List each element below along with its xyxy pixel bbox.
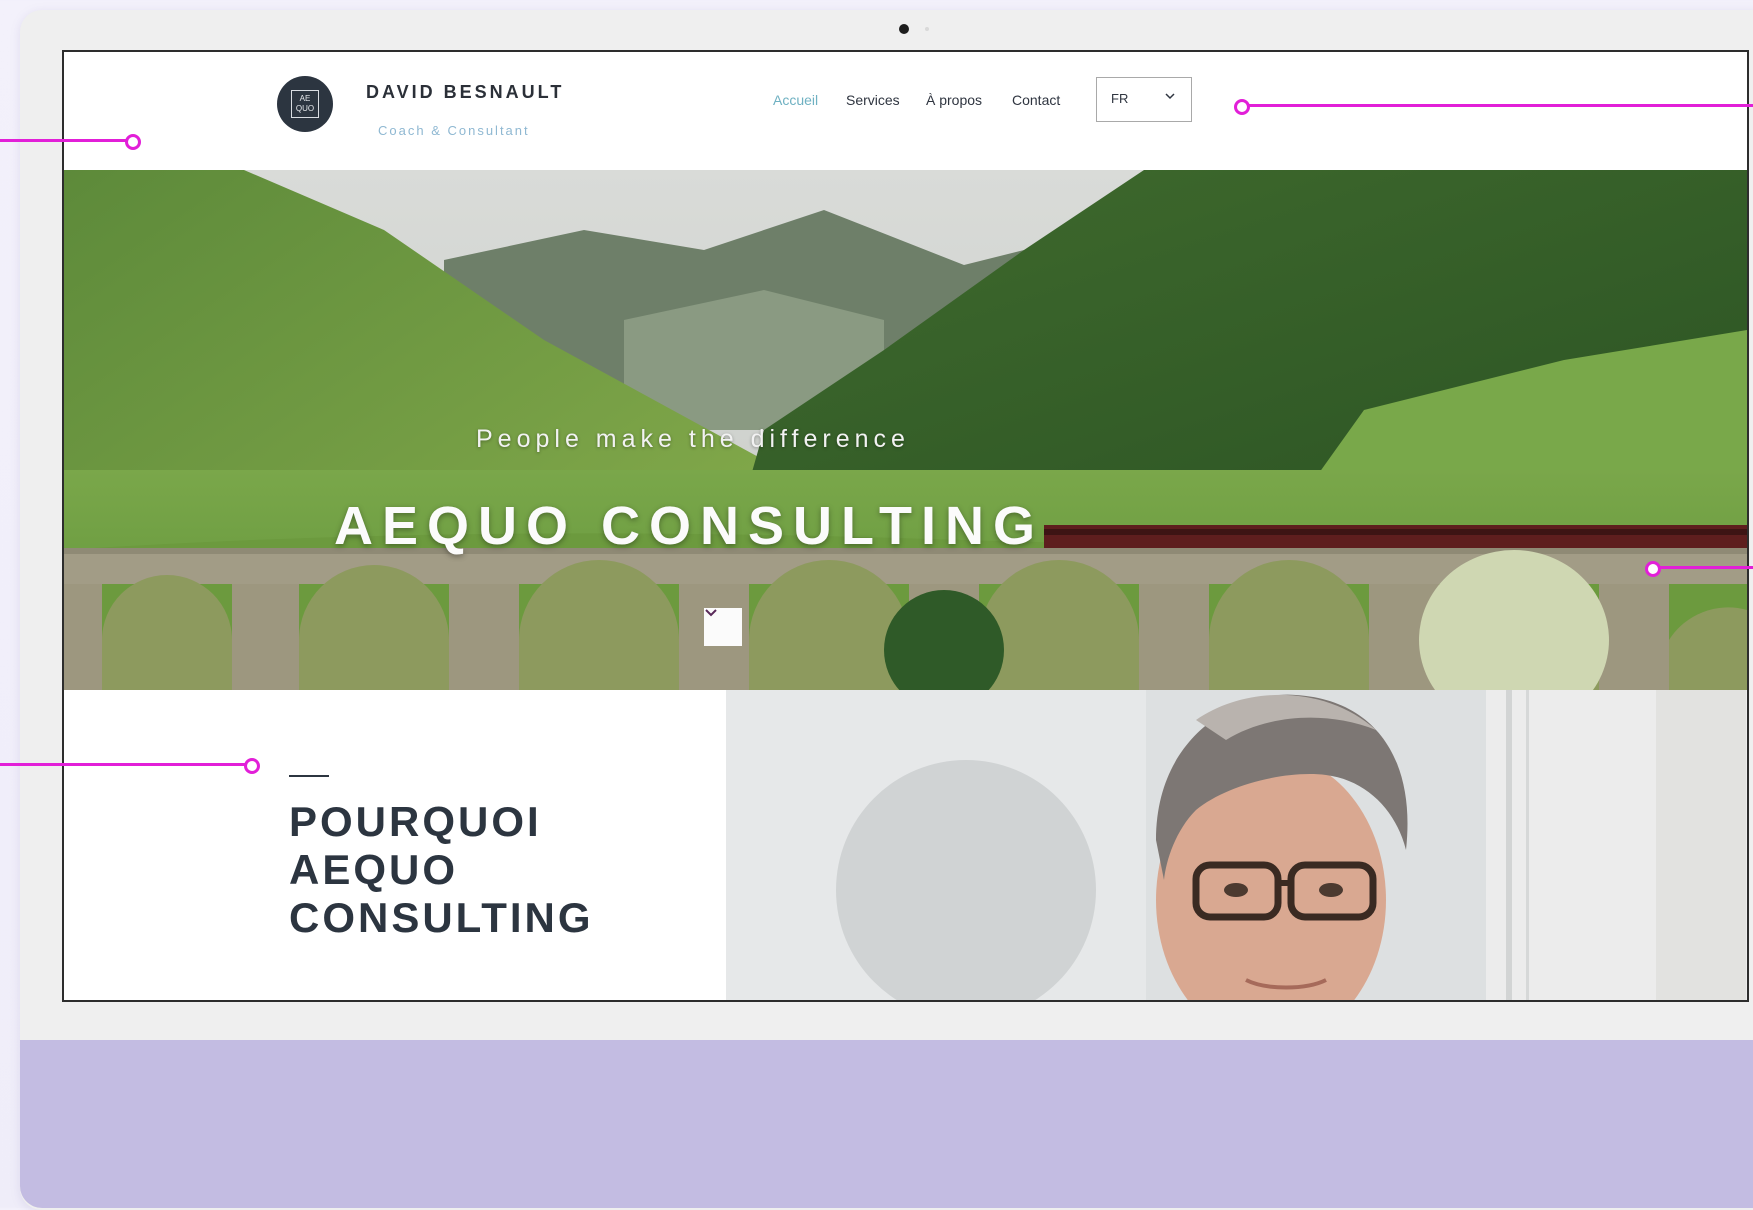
logo-line-2: QUO (295, 104, 315, 113)
callout-dot-right-mid (1645, 561, 1661, 577)
hero-tagline: People make the difference (476, 425, 910, 453)
nav-services[interactable]: Services (846, 92, 900, 108)
brand-name[interactable]: DAVID BESNAULT (366, 82, 564, 103)
language-value: FR (1111, 91, 1129, 106)
hero-title: AEQUO CONSULTING (334, 496, 1044, 556)
nav-contact[interactable]: Contact (1012, 92, 1060, 108)
chevron-down-icon (1165, 93, 1175, 100)
site-header: AE QUO DAVID BESNAULT Coach & Consultant… (64, 52, 1747, 170)
section-rule (289, 775, 329, 777)
language-select[interactable]: FR (1096, 77, 1192, 122)
section-title-line-1: POURQUOI (289, 798, 542, 845)
hero-banner: People make the difference AEQUO CONSULT… (64, 170, 1747, 690)
logo[interactable]: AE QUO (277, 76, 333, 132)
portrait-image (726, 690, 1747, 1000)
section-title: POURQUOI AEQUO CONSULTING (289, 798, 594, 942)
camera-icon (899, 24, 909, 34)
monitor-chin (20, 1040, 1753, 1208)
callout-line-left-bottom (0, 763, 246, 766)
website-screen: AE QUO DAVID BESNAULT Coach & Consultant… (62, 50, 1749, 1002)
callout-line-left-top (0, 139, 128, 142)
logo-line-1: AE (299, 94, 311, 103)
section-title-line-3: CONSULTING (289, 894, 594, 941)
nav-a-propos[interactable]: À propos (926, 92, 982, 108)
logo-mark: AE QUO (291, 90, 319, 118)
chevron-down-icon (705, 609, 717, 617)
callout-dot-right-top (1234, 99, 1250, 115)
callout-dot-left-top (125, 134, 141, 150)
scroll-down-button[interactable] (704, 608, 742, 646)
why-section: POURQUOI AEQUO CONSULTING (64, 690, 726, 1000)
callout-line-right-mid (1660, 566, 1753, 569)
callout-dot-left-bottom (244, 758, 260, 774)
section-title-line-2: AEQUO (289, 846, 459, 893)
portrait-photo (726, 690, 1747, 1000)
nav-accueil[interactable]: Accueil (773, 92, 818, 108)
brand-subtitle: Coach & Consultant (378, 123, 530, 138)
callout-line-right-top (1242, 104, 1753, 107)
sensor-dot (925, 27, 929, 31)
